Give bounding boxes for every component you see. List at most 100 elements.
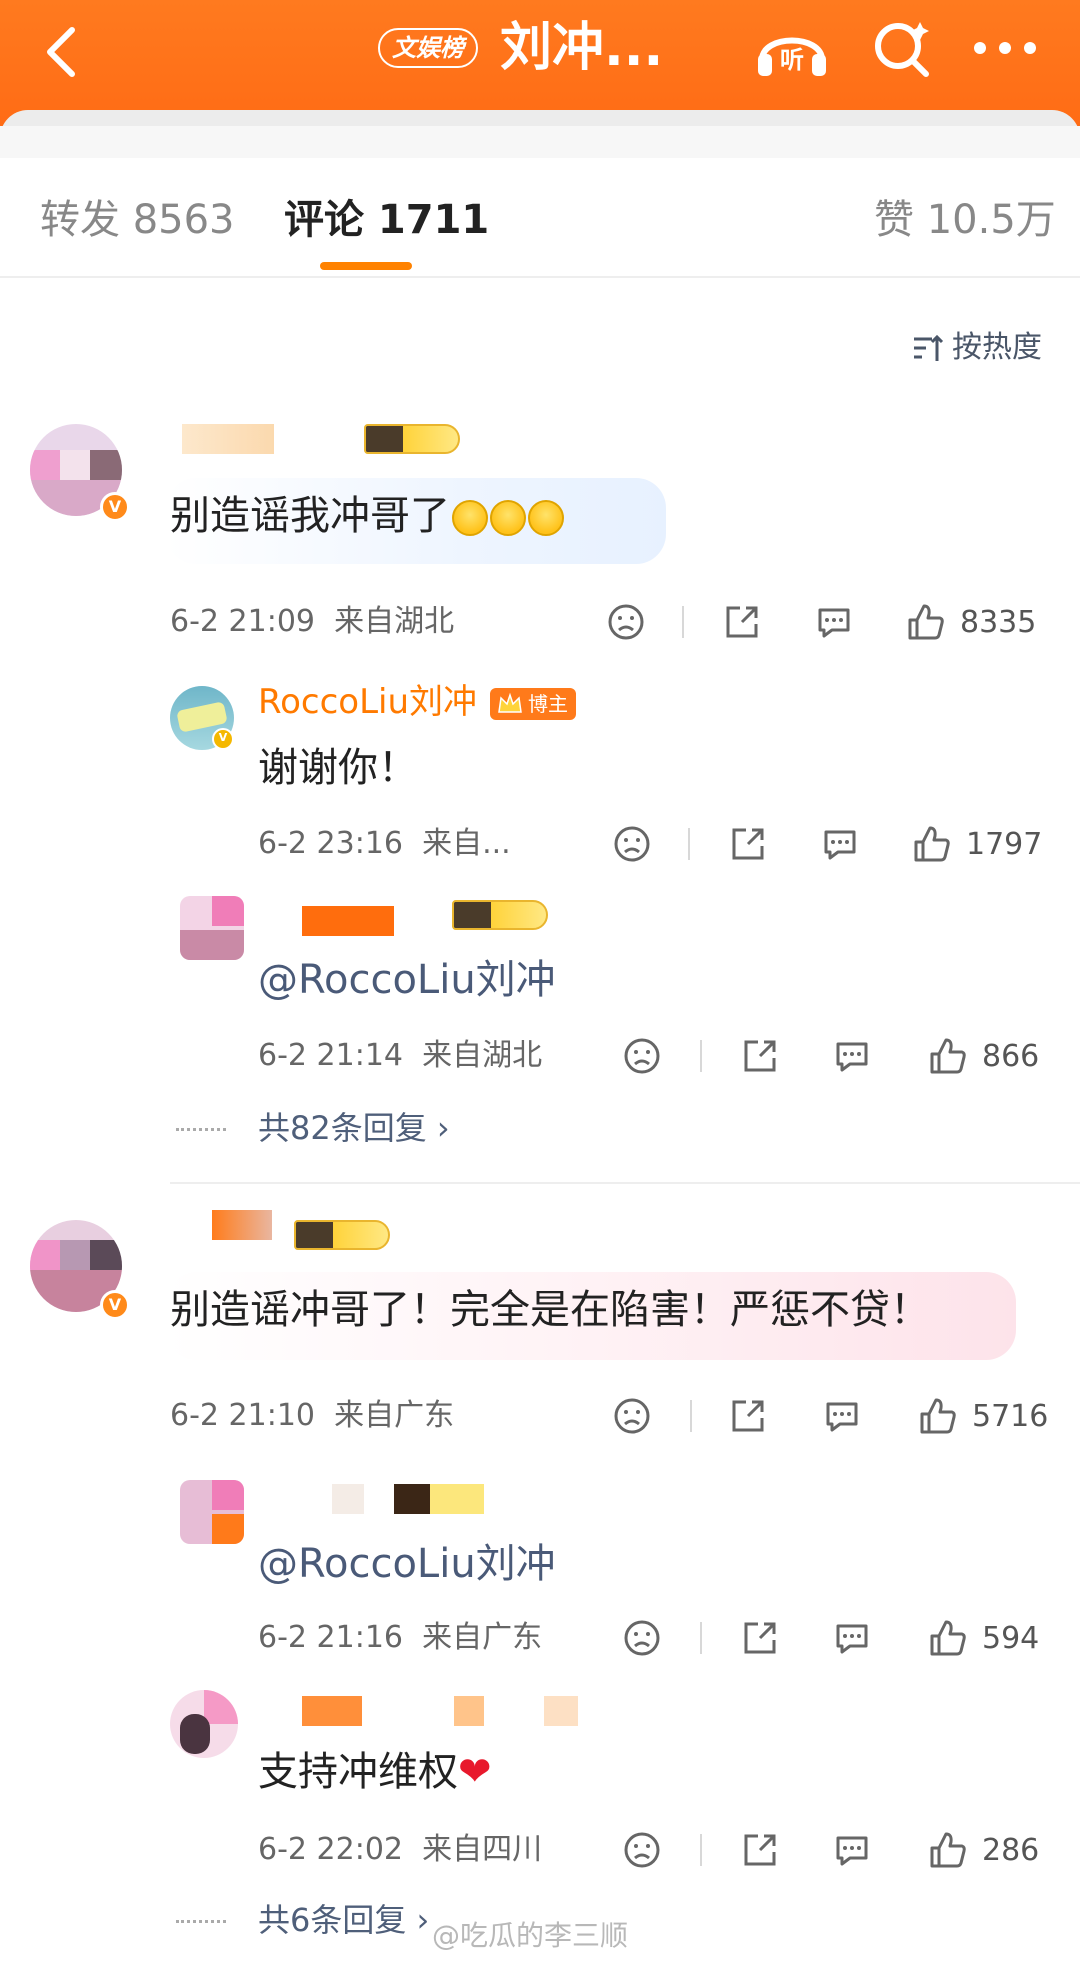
search-icon[interactable]	[868, 16, 938, 80]
dislike-icon[interactable]	[622, 1034, 662, 1078]
reply-comment-icon[interactable]	[832, 1616, 872, 1660]
comment-meta: 6-2 21:09 来自湖北	[170, 602, 454, 642]
username-blurred	[332, 1484, 364, 1514]
share-icon[interactable]	[740, 1828, 780, 1872]
verified-badge-icon: V	[212, 728, 234, 750]
comment-text: 别造谣我冲哥了	[170, 488, 564, 544]
listen-headphone-icon[interactable]: 听	[752, 16, 832, 80]
username-blurred	[212, 1210, 272, 1240]
level-badge-icon	[452, 900, 548, 930]
hot-list-pill[interactable]: 文娱榜	[378, 28, 478, 68]
thumbs-up-icon	[908, 604, 944, 640]
comment-actions: 8335	[600, 600, 1050, 644]
like-count: 866	[982, 1038, 1040, 1074]
reply-actions: 1797	[606, 822, 1056, 866]
comment-meta: 6-2 21:10 来自广东	[170, 1398, 455, 1433]
blogger-badge: 博主	[490, 688, 576, 720]
listen-label: 听	[780, 46, 804, 74]
tab-comments[interactable]: 评论 1711	[284, 192, 489, 248]
like-count: 5716	[972, 1398, 1049, 1434]
reply-text[interactable]: @RoccoLiu刘冲	[258, 952, 556, 1008]
thumbs-up-icon	[920, 1398, 956, 1434]
more-replies-dots	[176, 1128, 226, 1132]
like-count: 1797	[966, 826, 1043, 862]
more-replies-dots	[176, 1920, 226, 1924]
crying-emoji-icon	[452, 500, 488, 536]
reply-text[interactable]: @RoccoLiu刘冲	[258, 1536, 556, 1592]
tab-reposts[interactable]: 转发 8563	[40, 192, 235, 248]
view-more-replies-link[interactable]: 共82条回复 ›	[258, 1106, 450, 1150]
reply-comment-icon[interactable]	[832, 1034, 872, 1078]
dislike-icon[interactable]	[612, 822, 652, 866]
thumbs-up-icon	[914, 826, 950, 862]
view-more-replies-link[interactable]: 共6条回复 ›	[258, 1898, 429, 1942]
like-count: 286	[982, 1832, 1040, 1868]
dislike-icon[interactable]	[612, 1394, 652, 1438]
like-button[interactable]: 866	[928, 1034, 1039, 1078]
thumbs-up-icon	[930, 1620, 966, 1656]
like-button[interactable]: 5716	[918, 1394, 1048, 1438]
tab-bar: 转发 8563 评论 1711 赞 10.5万	[0, 158, 1080, 278]
sort-label: 按热度	[952, 330, 1042, 365]
reply-meta: 6-2 21:14 来自湖北	[258, 1038, 543, 1073]
verified-badge-icon: V	[100, 1290, 130, 1320]
comment-actions: 5716	[612, 1394, 1062, 1438]
share-icon[interactable]	[728, 1394, 768, 1438]
like-button[interactable]: 8335	[906, 600, 1036, 644]
reply-actions: 286	[622, 1828, 1062, 1872]
reply-text: 支持冲维权❤	[258, 1749, 492, 1795]
reply-comment-icon[interactable]	[820, 822, 860, 866]
username-blurred	[454, 1696, 484, 1726]
dislike-icon[interactable]	[622, 1828, 662, 1872]
dislike-icon[interactable]	[622, 1616, 662, 1660]
thumbs-up-icon	[930, 1038, 966, 1074]
share-icon[interactable]	[728, 822, 768, 866]
like-count: 594	[982, 1620, 1040, 1656]
share-icon[interactable]	[740, 1616, 780, 1660]
dislike-icon[interactable]	[606, 600, 646, 644]
sort-button[interactable]: 按热度	[912, 326, 1042, 370]
chevron-right-icon: ›	[436, 1109, 450, 1147]
username-blurred	[302, 1696, 362, 1726]
crying-emoji-icon	[490, 500, 526, 536]
avatar[interactable]	[180, 896, 244, 960]
sort-icon	[914, 334, 944, 361]
chevron-right-icon: ›	[416, 1901, 430, 1939]
avatar[interactable]	[170, 1690, 238, 1758]
watermark: @吃瓜的李三顺	[432, 1919, 629, 1952]
like-button[interactable]: 594	[928, 1616, 1039, 1660]
reply-comment-icon[interactable]	[814, 600, 854, 644]
avatar[interactable]	[180, 1480, 244, 1544]
level-badge-icon	[294, 1220, 390, 1250]
crying-emoji-icon	[528, 500, 564, 536]
reply-actions: 866	[622, 1034, 1062, 1078]
active-tab-indicator	[320, 262, 412, 270]
verified-badge-icon: V	[100, 492, 130, 522]
thumbs-up-icon	[930, 1832, 966, 1868]
reply-comment-icon[interactable]	[832, 1828, 872, 1872]
reply-meta: 6-2 21:16 来自广东	[258, 1620, 543, 1655]
reply-comment-icon[interactable]	[822, 1394, 862, 1438]
comment-text: 别造谣冲哥了！完全是在陷害！严惩不贷！	[170, 1287, 930, 1333]
crown-icon	[498, 692, 522, 713]
back-arrow-icon[interactable]	[34, 22, 94, 82]
username-blurred	[302, 906, 394, 936]
page-title: 刘冲...	[500, 18, 664, 78]
heart-emoji-icon: ❤	[458, 1749, 492, 1795]
comment-time: 6-2 21:09	[170, 604, 315, 639]
username-blurred	[394, 1484, 484, 1514]
reply-text: 谢谢你！	[258, 745, 418, 791]
tab-likes[interactable]: 赞 10.5万	[874, 192, 1056, 248]
like-button[interactable]: 1797	[912, 822, 1042, 866]
like-count: 8335	[960, 604, 1037, 640]
like-button[interactable]: 286	[928, 1828, 1039, 1872]
reply-actions: 594	[622, 1616, 1062, 1660]
more-options-icon[interactable]	[970, 40, 1040, 56]
username-blurred	[544, 1696, 578, 1726]
reply-meta: 6-2 22:02 来自四川	[258, 1832, 543, 1867]
share-icon[interactable]	[722, 600, 762, 644]
comment-location: 来自湖北	[334, 604, 455, 639]
reply-username[interactable]: RoccoLiu刘冲	[258, 678, 477, 726]
reply-meta: 6-2 23:16 来自...	[258, 826, 511, 861]
share-icon[interactable]	[740, 1034, 780, 1078]
